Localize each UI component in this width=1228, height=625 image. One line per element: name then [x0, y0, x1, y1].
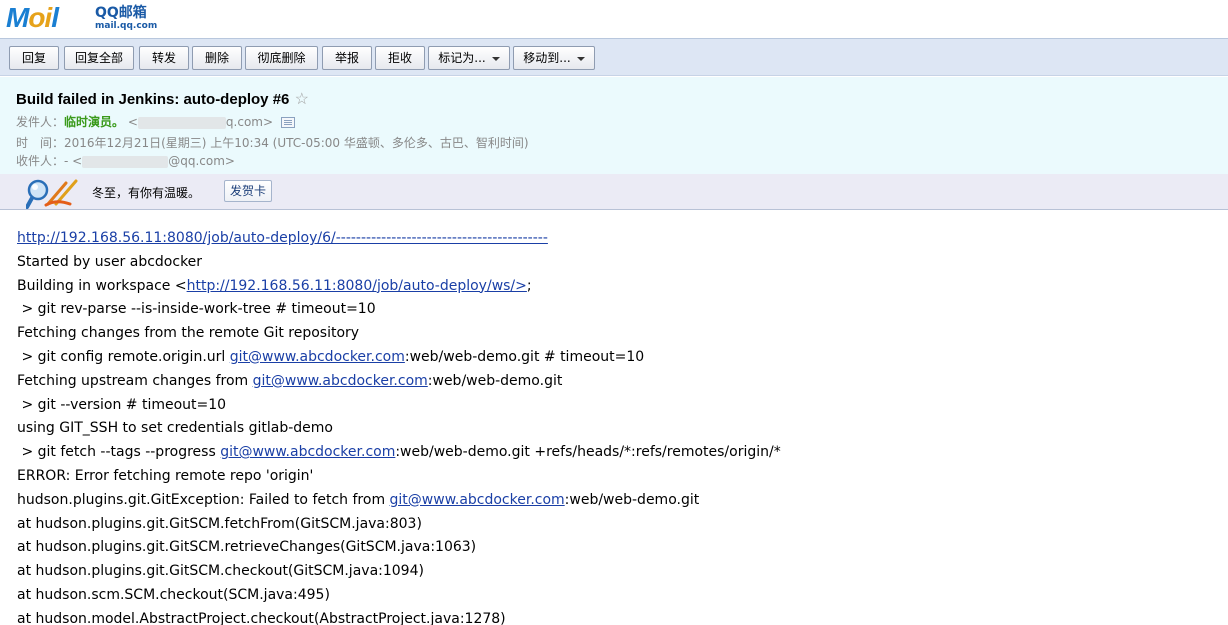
body-text: ; [526, 277, 532, 294]
body-line: > git fetch --tags --progress git@www.ab… [17, 442, 1217, 466]
logo-text: QQ邮箱 mail.qq.com [95, 5, 157, 32]
time-row: 时 间：2016年12月21日(星期三) 上午10:34 (UTC-05:00 … [16, 134, 529, 152]
git-email-link[interactable]: git@www.abcdocker.com [220, 444, 395, 460]
body-text: Building in workspace < [17, 277, 187, 294]
sender-name[interactable]: 临时演员。 [64, 115, 124, 129]
git-email-link[interactable]: git@www.abcdocker.com [253, 373, 428, 389]
body-text: :web/web-demo.git # timeout=10 [404, 348, 645, 365]
contact-card-icon[interactable] [281, 117, 296, 128]
workspace-link[interactable]: http://192.168.56.11:8080/job/auto-deplo… [187, 278, 527, 294]
body-text: hudson.plugins.git.GitException: Failed … [17, 491, 390, 508]
time-label: 时 间： [16, 136, 65, 150]
header-bar: Moil QQ邮箱 mail.qq.com [0, 0, 1228, 38]
delete-permanent-button[interactable]: 彻底删除 [245, 46, 318, 70]
recipient-email-domain: @qq.com> [168, 154, 235, 168]
redacted-email [137, 116, 226, 129]
message-header: Build failed in Jenkins: auto-deploy #6 … [0, 77, 1228, 174]
body-line: > git --version # timeout=10 [17, 396, 227, 413]
logo-letter-l: l [51, 2, 59, 33]
forward-button[interactable]: 转发 [139, 46, 189, 70]
sender-row: 发件人：临时演员。 < q.com> [16, 113, 296, 131]
message-body: http://192.168.56.11:8080/job/auto-deplo… [17, 228, 1217, 625]
from-label: 发件人： [16, 115, 65, 129]
sender-email-domain: q.com> [225, 115, 274, 129]
recipient-prefix: - < [64, 154, 83, 168]
sender-bracket: < [127, 115, 138, 129]
body-line: using GIT_SSH to set credentials gitlab-… [17, 420, 333, 437]
to-label: 收件人： [16, 154, 65, 168]
move-to-label: 移动到... [523, 51, 571, 65]
logo-cn: QQ邮箱 [95, 5, 147, 21]
body-line: http://192.168.56.11:8080/job/auto-deplo… [17, 228, 1217, 252]
body-line: > git rev-parse --is-inside-work-tree # … [17, 301, 376, 318]
body-line: hudson.plugins.git.GitException: Failed … [17, 490, 1217, 514]
logo-letter-m: M [6, 2, 29, 33]
send-card-button[interactable]: 发贺卡 [224, 180, 273, 202]
mark-as-label: 标记为... [438, 51, 486, 65]
body-line: at hudson.plugins.git.GitSCM.fetchFrom(G… [17, 515, 422, 532]
build-link[interactable]: http://192.168.56.11:8080/job/auto-deplo… [17, 230, 548, 246]
subject-text: Build failed in Jenkins: auto-deploy #6 [16, 91, 290, 108]
time-value: 2016年12月21日(星期三) 上午10:34 (UTC-05:00 华盛顿、… [64, 136, 529, 150]
body-text: Fetching upstream changes from [17, 372, 253, 389]
move-to-dropdown[interactable]: 移动到... [513, 46, 595, 70]
body-text: :web/web-demo.git [564, 491, 700, 508]
logo-url: mail.qq.com [95, 21, 158, 31]
body-line: Building in workspace <http://192.168.56… [17, 276, 1217, 300]
magnifier-brush-icon [26, 179, 78, 209]
reply-all-button[interactable]: 回复全部 [64, 46, 134, 70]
body-line: > git config remote.origin.url git@www.a… [17, 347, 1217, 371]
body-line: at hudson.plugins.git.GitSCM.checkout(Gi… [17, 563, 424, 580]
body-line: ERROR: Error fetching remote repo 'origi… [17, 467, 314, 484]
greeting-text: 冬至，有你有温暖。 [92, 186, 201, 200]
body-text: :web/web-demo.git [427, 372, 563, 389]
report-button[interactable]: 举报 [322, 46, 372, 70]
qqmail-logo[interactable]: Moil [6, 2, 59, 34]
reject-button[interactable]: 拒收 [375, 46, 425, 70]
git-email-link[interactable]: git@www.abcdocker.com [230, 349, 405, 365]
body-line: Fetching upstream changes from git@www.a… [17, 371, 1217, 395]
body-line: at hudson.plugins.git.GitSCM.retrieveCha… [17, 539, 477, 556]
body-line: at hudson.model.AbstractProject.checkout… [17, 610, 506, 625]
redacted-email [82, 155, 169, 168]
greeting-banner: 冬至，有你有温暖。 发贺卡 [0, 174, 1228, 210]
chevron-down-icon [576, 56, 585, 61]
body-line: at hudson.scm.SCM.checkout(SCM.java:495) [17, 586, 330, 603]
recipient-row: 收件人：- < @qq.com> [16, 152, 235, 170]
body-text: > git config remote.origin.url [17, 348, 230, 365]
reply-button[interactable]: 回复 [9, 46, 59, 70]
body-text: > git fetch --tags --progress [17, 444, 221, 461]
git-email-link[interactable]: git@www.abcdocker.com [390, 492, 565, 508]
message-subject: Build failed in Jenkins: auto-deploy #6 … [16, 89, 309, 109]
chevron-down-icon [491, 56, 500, 61]
mark-as-dropdown[interactable]: 标记为... [428, 46, 510, 70]
delete-button[interactable]: 删除 [192, 46, 242, 70]
star-icon[interactable]: ☆ [295, 91, 309, 108]
body-line: Fetching changes from the remote Git rep… [17, 325, 360, 342]
logo-letters-oi: oi [28, 2, 52, 33]
body-line: Started by user abcdocker [17, 253, 203, 270]
body-text: :web/web-demo.git +refs/heads/*:refs/rem… [395, 444, 781, 461]
mail-toolbar: 回复 回复全部 转发 删除 彻底删除 举报 拒收 标记为... 移动到... [0, 38, 1228, 76]
